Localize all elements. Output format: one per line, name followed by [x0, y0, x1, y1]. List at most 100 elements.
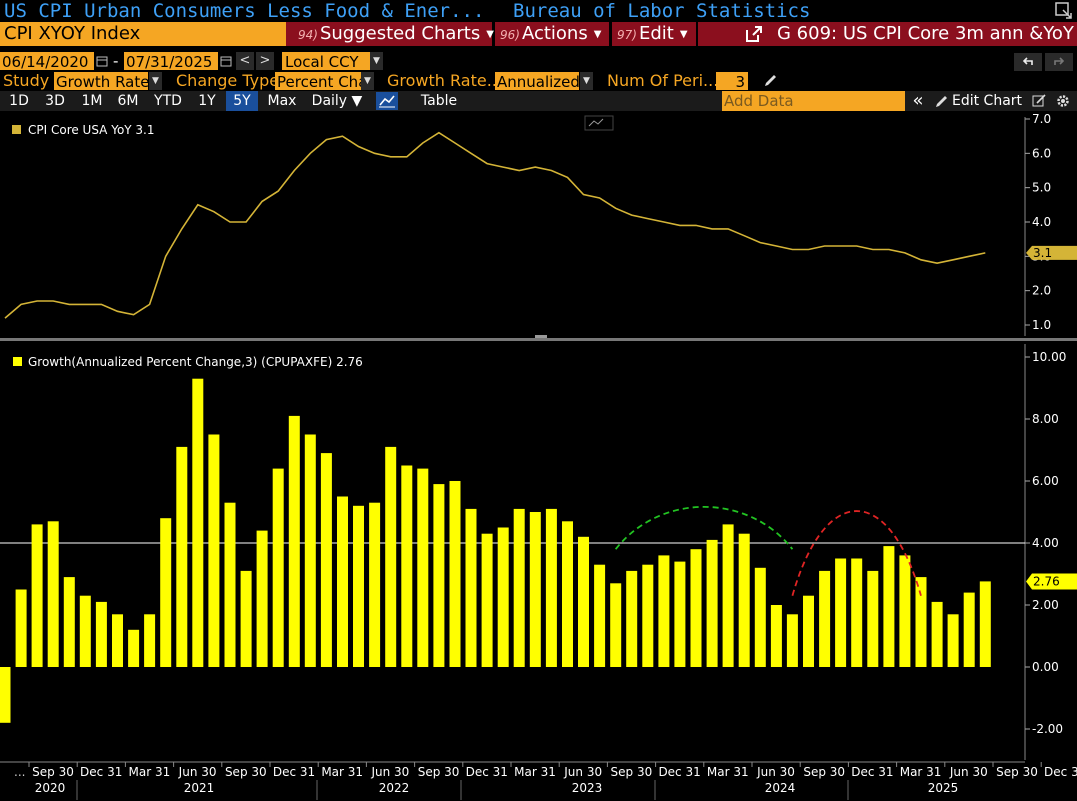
x-tick-label: Jun 30 [756, 765, 795, 779]
growth-bar [803, 595, 814, 667]
num-periods-field[interactable]: 3 [716, 72, 748, 91]
growth-bar [835, 558, 847, 667]
growth-bar [192, 378, 204, 667]
lower-y-tick-label: 10.00 [1032, 350, 1066, 364]
growth-bar [979, 581, 991, 667]
currency-value: Local CCY [285, 53, 359, 71]
frequency-dropdown[interactable]: Daily ▼ [307, 91, 367, 111]
change-type-value: Percent Cha [277, 73, 361, 90]
end-date-value: 07/31/2025 [126, 53, 213, 71]
redo-button[interactable] [1045, 53, 1073, 71]
suggested-charts-button[interactable]: 94) Suggested Charts ▼ [286, 22, 494, 46]
start-date-field[interactable]: 06/14/2020 [0, 52, 94, 71]
panel-resize-handle [535, 335, 547, 338]
menu-number: 96) [500, 28, 520, 42]
caret-down-icon[interactable]: ▼ [361, 72, 374, 90]
x-tick-label: Dec 31 [80, 765, 122, 779]
caret-down-icon[interactable]: ▼ [580, 72, 593, 90]
x-year-label: 2021 [184, 781, 215, 795]
growth-bar [208, 434, 220, 667]
actions-button[interactable]: 96) Actions ▼ [495, 22, 609, 46]
x-tick-label: Sep 30 [32, 765, 74, 779]
collapse-button[interactable]: « [906, 91, 930, 111]
growth-bar [610, 583, 622, 667]
growth-bar [578, 536, 589, 667]
x-tick-label: Sep 30 [611, 765, 653, 779]
study-value: Growth Rate [56, 73, 150, 91]
undo-button[interactable] [1014, 53, 1042, 71]
resize-icon[interactable] [1055, 2, 1073, 20]
range-button-max[interactable]: Max [263, 91, 301, 111]
growth-bar [79, 595, 91, 667]
edit-box-icon[interactable] [1031, 93, 1047, 109]
range-button-1d[interactable]: 1D [4, 91, 34, 111]
growth-bar [112, 614, 123, 667]
lower-y-tick-label: -2.00 [1032, 722, 1063, 736]
change-type-dropdown[interactable]: Percent Cha [275, 72, 361, 90]
pencil-icon[interactable] [934, 93, 950, 109]
study-dropdown[interactable]: Growth Rate [54, 72, 150, 91]
page-title: G 609: US CPI Core 3m ann &YoY [777, 23, 1074, 44]
growth-bar [770, 605, 782, 667]
range-button-1m[interactable]: 1M [77, 91, 107, 111]
study-label: Study [3, 71, 50, 90]
growth-bar [320, 453, 332, 667]
growth-rate-label: Growth Rate... [387, 71, 502, 90]
popout-icon[interactable] [744, 24, 764, 44]
add-data-input[interactable]: Add Data [722, 91, 905, 111]
growth-rate-value: Annualized [497, 73, 580, 91]
growth-bar [529, 512, 541, 667]
edit-button[interactable]: 97) Edit ▼ [612, 22, 696, 46]
gear-icon[interactable] [1055, 93, 1071, 109]
legend-swatch [13, 357, 22, 366]
growth-bar [449, 481, 461, 667]
range-button-6m[interactable]: 6M [113, 91, 143, 111]
range-button-ytd[interactable]: YTD [149, 91, 187, 111]
upper-y-tick-label: 5.0 [1032, 181, 1051, 195]
upper-legend: CPI Core USA YoY 3.1 [28, 123, 155, 137]
growth-bar [963, 592, 975, 667]
growth-bar [417, 468, 429, 667]
caret-down-icon: ▼ [486, 29, 494, 40]
lower-y-tick-label: 2.00 [1032, 598, 1059, 612]
growth-bar [738, 533, 750, 667]
growth-bar [786, 614, 798, 667]
x-year-label: 2025 [928, 781, 959, 795]
chart-area[interactable]: 1.02.03.04.05.06.07.0CPI Core USA YoY 3.… [0, 111, 1077, 801]
upper-y-tick-label: 7.0 [1032, 112, 1051, 126]
range-button-1y[interactable]: 1Y [193, 91, 221, 111]
currency-dropdown[interactable]: Local CCY [282, 52, 370, 71]
start-date-value: 06/14/2020 [2, 53, 89, 71]
next-period-button[interactable]: > [256, 52, 274, 70]
growth-bar [465, 508, 477, 667]
range-button-3d[interactable]: 3D [40, 91, 70, 111]
lower-y-tick-label: 0.00 [1032, 660, 1059, 674]
x-tick-label: Jun 30 [563, 765, 602, 779]
growth-bar [851, 558, 863, 667]
lower-y-tick-label: 6.00 [1032, 474, 1059, 488]
edit-chart-button[interactable]: Edit Chart [952, 91, 1022, 111]
change-type-label: Change Type [176, 71, 280, 90]
caret-down-icon[interactable]: ▼ [149, 72, 162, 90]
x-year-label: 2020 [35, 781, 66, 795]
x-tick-label: Sep 30 [996, 765, 1038, 779]
x-axis-ellipsis: ... [14, 765, 25, 779]
growth-bar [642, 564, 654, 667]
line-chart-icon[interactable] [376, 92, 398, 110]
caret-down-icon[interactable]: ▼ [370, 52, 383, 70]
calendar-icon[interactable] [219, 52, 233, 70]
growth-bar [931, 601, 943, 667]
growth-bar [626, 570, 638, 667]
upper-y-tick-label: 2.0 [1032, 284, 1051, 298]
prev-period-button[interactable]: < [236, 52, 254, 70]
growth-rate-dropdown[interactable]: Annualized [495, 72, 580, 91]
end-date-field[interactable]: 07/31/2025 [124, 52, 218, 71]
x-tick-label: Dec 31 [658, 765, 700, 779]
growth-bar [594, 564, 606, 667]
menu-number: 94) [298, 28, 318, 42]
growth-bar [0, 667, 11, 723]
range-button-5y[interactable]: 5Y [226, 91, 258, 111]
pencil-icon[interactable] [762, 72, 778, 90]
table-button[interactable]: Table [410, 91, 468, 111]
calendar-icon[interactable] [95, 52, 109, 70]
